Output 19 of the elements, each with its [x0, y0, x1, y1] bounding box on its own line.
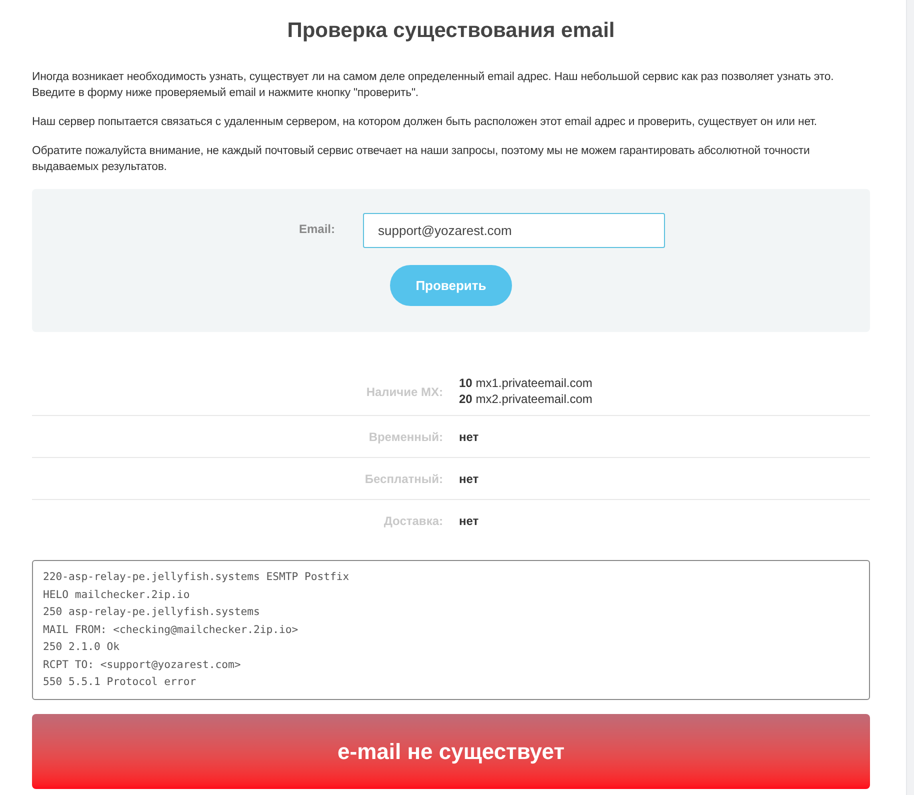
- intro-paragraph: Обратите пожалуйста внимание, не каждый почтовый сервис отвечает на наши запросы, поэтому мы не можем гарантировать абсолютной точности выдаваемых результатов.: [32, 144, 811, 175]
- result-value: 20 mx2.privateemail.com: [459, 390, 592, 406]
- log-line: 550 5.5.1 Protocol error: [43, 675, 198, 690]
- intro-paragraph: Иногда возникает необходимость узнать, существует ли на самом деле определенный email адрес. Наш небольшой сервис как раз позволяет узнать это. Введите в форму ниже проверяемый email и нажмите кнопку "проверить".: [32, 70, 835, 101]
- result-value: нет: [459, 428, 479, 446]
- log-line: RCPT TO: <support@yozarest.com>: [43, 658, 242, 672]
- email-input[interactable]: support@yozarest.com: [363, 213, 665, 248]
- log-line: 220-asp-relay-pe.jellyfish.systems ESMTP Postfix: [43, 570, 350, 585]
- result-value: 10 mx1.privateemail.com: [459, 374, 592, 390]
- log-line: 250 2.1.0 Ok: [43, 640, 121, 655]
- result-value: нет: [459, 513, 479, 530]
- result-banner: e-mail не существует: [32, 714, 870, 789]
- email-label: Email:: [298, 221, 335, 238]
- result-value: нет: [459, 470, 479, 488]
- page-title: Проверка существования email: [286, 18, 616, 44]
- intro-paragraph: Наш сервер попытается связаться с удаленным сервером, на котором должен быть расположен этот email адрес и проверить, существует он или нет.: [32, 115, 818, 130]
- log-line: HELO mailchecker.2ip.io: [43, 588, 191, 602]
- log-line: 250 asp-relay-pe.jellyfish.systems: [43, 605, 261, 620]
- log-line: MAIL FROM: <checking@mailchecker.2ip.io>: [43, 622, 300, 638]
